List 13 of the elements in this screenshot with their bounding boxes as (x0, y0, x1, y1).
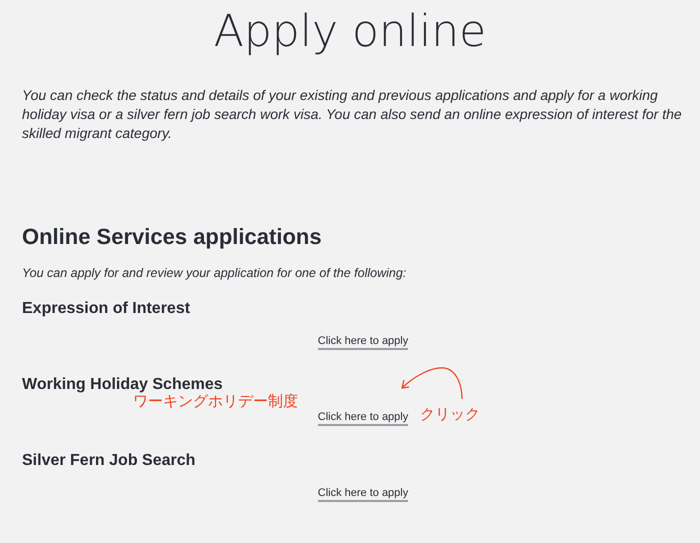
annotation-label: ワーキングホリデー制度 (133, 392, 298, 411)
page-title: Apply online (214, 5, 486, 58)
section-heading: Expression of Interest (22, 299, 190, 319)
apply-link[interactable]: Click here to apply (318, 410, 408, 426)
annotation-arrow (401, 367, 463, 400)
section-heading: Working Holiday Schemes (22, 375, 223, 394)
annotation-label: クリック (420, 405, 480, 424)
intro-paragraph: You can check the status and details of your existing and previous applications and apply for a working holiday visa or a silver fern job search work visa. You can also send an online expression of interest for the skilled migrant category. (22, 86, 683, 143)
section-title: Online Services applications (22, 223, 322, 251)
apply-link[interactable]: Click here to apply (318, 486, 408, 502)
apply-link[interactable]: Click here to apply (318, 334, 408, 350)
section-subtitle: You can apply for and review your application for one of the following: (22, 265, 408, 281)
section-heading: Silver Fern Job Search (22, 451, 196, 471)
